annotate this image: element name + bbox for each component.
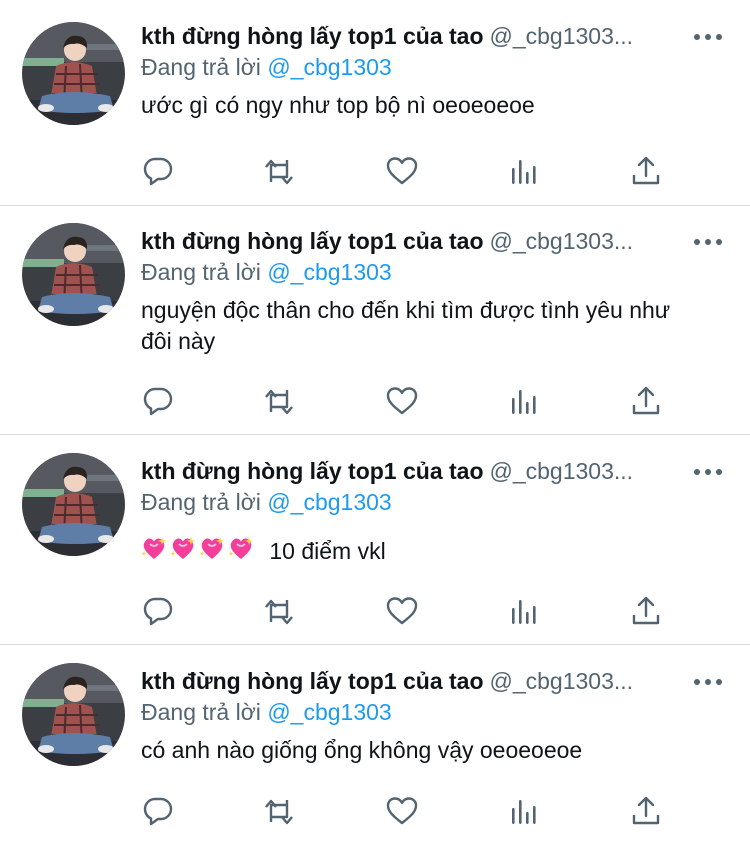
user-handle[interactable]: @_cbg1303... <box>490 228 634 254</box>
reply-mention-link[interactable]: @_cbg1303 <box>267 54 391 80</box>
tweet[interactable]: kth đừng hòng lấy top1 của tao @_cbg1303.… <box>0 223 750 433</box>
views-icon[interactable] <box>507 794 541 828</box>
tweet-text: có anh nào giống ổng không vậy oeoeoeoe <box>141 737 583 763</box>
tweet-text: 10 điểm vkl <box>140 535 711 570</box>
more-icon[interactable] <box>694 672 724 692</box>
tweet-actions <box>141 384 671 418</box>
tweet-actions <box>141 794 671 828</box>
user-handle[interactable]: @_cbg1303... <box>490 458 634 484</box>
like-icon[interactable] <box>385 154 419 188</box>
tweet[interactable]: kth đừng hòng lấy top1 của tao @_cbg1303.… <box>0 453 750 643</box>
like-icon[interactable] <box>385 794 419 828</box>
reply-icon[interactable] <box>141 384 175 418</box>
share-icon[interactable] <box>629 154 663 188</box>
divider <box>0 434 750 435</box>
reply-mention-link[interactable]: @_cbg1303 <box>267 259 391 285</box>
share-icon[interactable] <box>629 594 663 628</box>
views-icon[interactable] <box>507 594 541 628</box>
more-icon[interactable] <box>694 27 724 47</box>
tweet-header: kth đừng hòng lấy top1 của tao @_cbg1303.… <box>141 665 721 697</box>
sparkling-heart-icon <box>169 535 197 570</box>
views-icon[interactable] <box>507 154 541 188</box>
avatar[interactable] <box>22 453 125 556</box>
reply-prefix: Đang trả lời <box>141 54 261 80</box>
more-icon[interactable] <box>694 232 724 252</box>
reply-context: Đang trả lời @_cbg1303 <box>141 256 392 288</box>
tweet-header: kth đừng hòng lấy top1 của tao @_cbg1303.… <box>141 455 721 487</box>
reply-prefix: Đang trả lời <box>141 489 261 515</box>
display-name[interactable]: kth đừng hòng lấy top1 của tao <box>141 668 484 694</box>
reply-context: Đang trả lời @_cbg1303 <box>141 51 392 83</box>
share-icon[interactable] <box>629 384 663 418</box>
avatar[interactable] <box>22 223 125 326</box>
retweet-icon[interactable] <box>262 384 296 418</box>
sparkling-heart-icon <box>227 535 255 570</box>
reply-mention-link[interactable]: @_cbg1303 <box>267 489 391 515</box>
reply-context: Đang trả lời @_cbg1303 <box>141 486 392 518</box>
display-name[interactable]: kth đừng hòng lấy top1 của tao <box>141 458 484 484</box>
sparkling-heart-icon <box>198 535 226 570</box>
views-icon[interactable] <box>507 384 541 418</box>
divider <box>0 205 750 206</box>
retweet-icon[interactable] <box>262 794 296 828</box>
like-icon[interactable] <box>385 384 419 418</box>
divider <box>0 644 750 645</box>
tweet-actions <box>141 594 671 628</box>
tweet[interactable]: kth đừng hòng lấy top1 của tao @_cbg1303.… <box>0 20 750 206</box>
avatar[interactable] <box>22 663 125 766</box>
tweet-text: ước gì có ngy như top bộ nì oeoeoeoe <box>141 92 535 118</box>
tweet-text-content: 10 điểm vkl <box>269 538 386 564</box>
share-icon[interactable] <box>629 794 663 828</box>
tweet-header: kth đừng hòng lấy top1 của tao @_cbg1303.… <box>141 225 721 257</box>
reply-icon[interactable] <box>141 154 175 188</box>
more-icon[interactable] <box>694 462 724 482</box>
tweet[interactable]: kth đừng hòng lấy top1 của tao @_cbg1303.… <box>0 663 750 842</box>
sparkling-heart-icon <box>140 535 168 570</box>
like-icon[interactable] <box>385 594 419 628</box>
reply-prefix: Đang trả lời <box>141 699 261 725</box>
tweet-header: kth đừng hòng lấy top1 của tao @_cbg1303.… <box>141 20 721 52</box>
user-handle[interactable]: @_cbg1303... <box>490 23 634 49</box>
display-name[interactable]: kth đừng hòng lấy top1 của tao <box>141 23 484 49</box>
tweet-text: nguyện độc thân cho đến khi tìm được tìn… <box>141 297 671 354</box>
user-handle[interactable]: @_cbg1303... <box>490 668 634 694</box>
reply-icon[interactable] <box>141 794 175 828</box>
reply-icon[interactable] <box>141 594 175 628</box>
tweet-actions <box>141 154 671 188</box>
reply-context: Đang trả lời @_cbg1303 <box>141 696 392 728</box>
retweet-icon[interactable] <box>262 594 296 628</box>
display-name[interactable]: kth đừng hòng lấy top1 của tao <box>141 228 484 254</box>
avatar[interactable] <box>22 22 125 125</box>
reply-prefix: Đang trả lời <box>141 259 261 285</box>
retweet-icon[interactable] <box>262 154 296 188</box>
reply-mention-link[interactable]: @_cbg1303 <box>267 699 391 725</box>
